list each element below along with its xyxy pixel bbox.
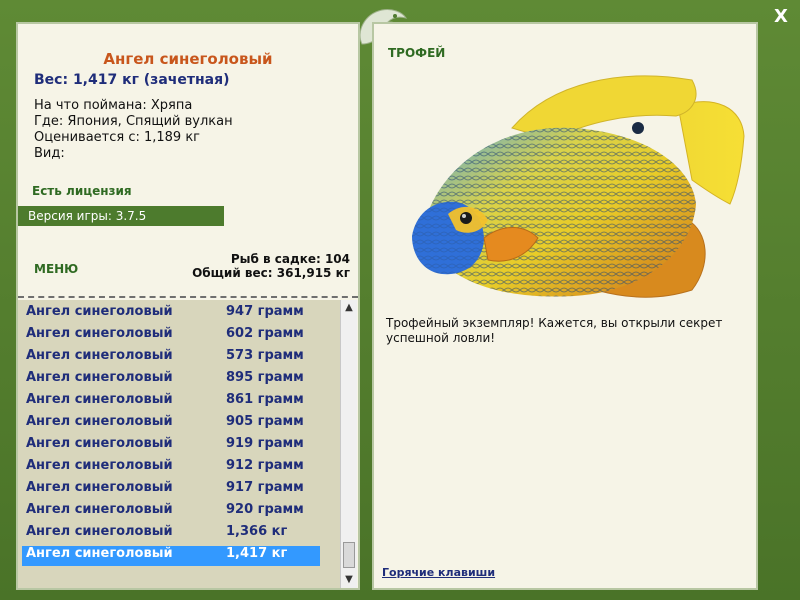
fish-title: Ангел синеголовый (103, 50, 273, 68)
trophy-description: Трофейный экземпляр! Кажется, вы открыли… (386, 316, 723, 345)
kind-text: Вид: (34, 146, 65, 161)
scroll-thumb[interactable] (343, 542, 355, 568)
catch-fish-name: Ангел синеголовый (26, 348, 173, 363)
scroll-down-button[interactable]: ▼ (341, 572, 357, 588)
close-button[interactable]: X (770, 6, 792, 28)
catch-fish-name: Ангел синеголовый (26, 524, 173, 539)
catch-list-row[interactable]: Ангел синеголовый 919 грамм (22, 436, 320, 456)
menu-link[interactable]: МЕНЮ (34, 262, 78, 276)
catch-fish-weight: 861 грамм (226, 392, 304, 407)
catch-list-row[interactable]: Ангел синеголовый 573 грамм (22, 348, 320, 368)
catch-fish-name: Ангел синеголовый (26, 326, 173, 341)
catch-list-row[interactable]: Ангел синеголовый 861 грамм (22, 392, 320, 412)
catch-fish-name: Ангел синеголовый (26, 370, 173, 385)
fish-weight: Вес: 1,417 кг (зачетная) (34, 72, 230, 88)
catch-list-row[interactable]: Ангел синеголовый 947 грамм (22, 304, 320, 324)
divider (18, 296, 358, 298)
fish-info-panel: Ангел синеголовый Вес: 1,417 кг (зачетна… (16, 22, 360, 590)
trophy-panel: ТРОФЕЙ Трофейный экземпляр! Кажется, вы … (372, 22, 758, 590)
catch-fish-weight: 920 грамм (226, 502, 304, 517)
catch-list-row[interactable]: Ангел синеголовый 1,417 кг (22, 546, 320, 566)
game-window: X Ангел синеголовый Вес: 1,417 кг (зачет… (0, 0, 800, 600)
location-text: Где: Япония, Спящий вулкан (34, 114, 233, 129)
license-status: Есть лицензия (32, 184, 132, 198)
catch-fish-name: Ангел синеголовый (26, 458, 173, 473)
catch-list-row[interactable]: Ангел синеголовый 602 грамм (22, 326, 320, 346)
catch-fish-weight: 1,417 кг (226, 546, 288, 561)
catch-fish-name: Ангел синеголовый (26, 480, 173, 495)
catch-fish-weight: 573 грамм (226, 348, 304, 363)
catch-fish-name: Ангел синеголовый (26, 436, 173, 451)
catch-fish-weight: 1,366 кг (226, 524, 288, 539)
catch-list-row[interactable]: Ангел синеголовый 912 грамм (22, 458, 320, 478)
cage-stats: Рыб в садке: 104 Общий вес: 361,915 кг (192, 252, 350, 280)
catch-list-row[interactable]: Ангел синеголовый 905 грамм (22, 414, 320, 434)
catch-fish-name: Ангел синеголовый (26, 546, 173, 561)
catch-fish-weight: 905 грамм (226, 414, 304, 429)
catch-list-row[interactable]: Ангел синеголовый 895 грамм (22, 370, 320, 390)
game-version-bar: Версия игры: 3.7.5 (18, 206, 224, 226)
fish-in-cage-count: Рыб в садке: 104 (230, 252, 350, 266)
scroll-up-button[interactable]: ▲ (341, 300, 357, 316)
hotkeys-link[interactable]: Горячие клавиши (382, 566, 495, 579)
catch-fish-name: Ангел синеголовый (26, 414, 173, 429)
catch-fish-name: Ангел синеголовый (26, 392, 173, 407)
rated-from-text: Оценивается с: 1,189 кг (34, 130, 201, 145)
catch-fish-weight: 895 грамм (226, 370, 304, 385)
catch-fish-weight: 919 грамм (226, 436, 304, 451)
catch-fish-weight: 602 грамм (226, 326, 304, 341)
catch-list-row[interactable]: Ангел синеголовый 920 грамм (22, 502, 320, 522)
catch-list-row[interactable]: Ангел синеголовый 917 грамм (22, 480, 320, 500)
catch-list-scrollbar[interactable]: ▲ ▼ (340, 300, 357, 588)
catch-fish-weight: 912 грамм (226, 458, 304, 473)
total-weight: Общий вес: 361,915 кг (192, 266, 350, 280)
catch-fish-name: Ангел синеголовый (26, 304, 173, 319)
catch-fish-name: Ангел синеголовый (26, 502, 173, 517)
catch-fish-weight: 917 грамм (226, 480, 304, 495)
catch-list[interactable]: Ангел синеголовый 947 грамм Ангел синеголо… (18, 300, 340, 588)
catch-fish-weight: 947 грамм (226, 304, 304, 319)
blueface-angelfish-image (412, 75, 745, 298)
caught-on-text: На что поймана: Хряпа (34, 98, 193, 113)
catch-list-row[interactable]: Ангел синеголовый 1,366 кг (22, 524, 320, 544)
